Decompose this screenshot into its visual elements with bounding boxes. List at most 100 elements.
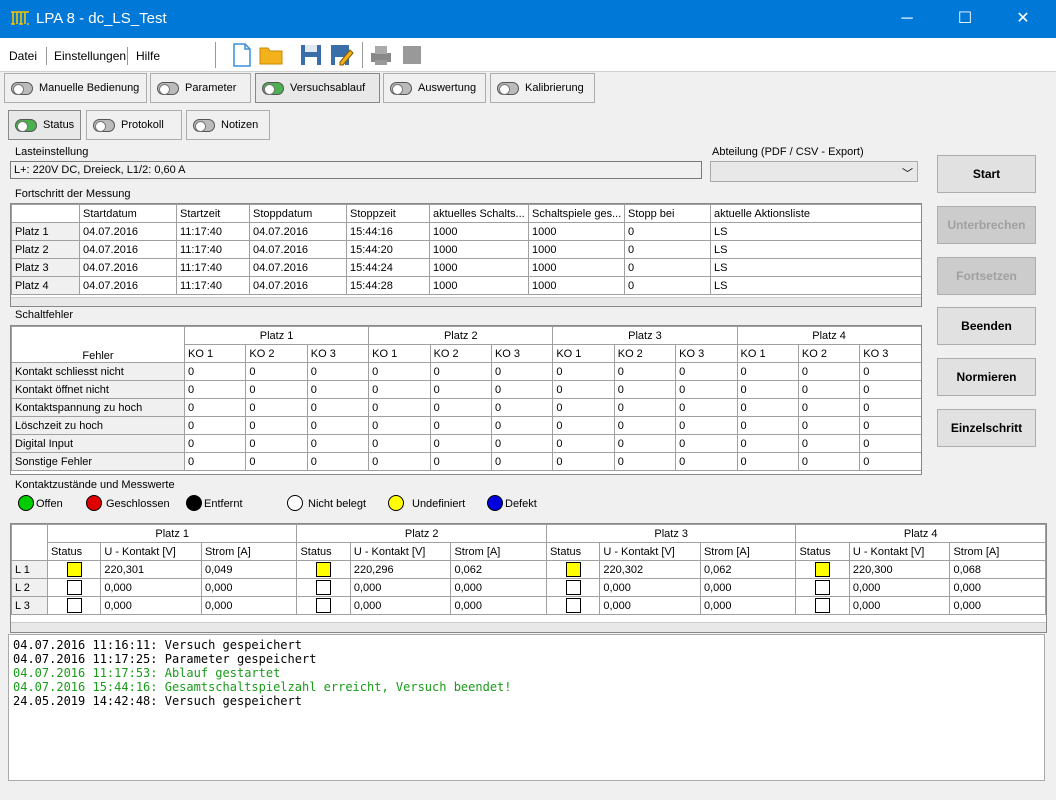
fault-count: 0 [245, 434, 308, 453]
normieren-button[interactable]: Normieren [937, 358, 1036, 396]
table-row[interactable]: Digital Input 0 0 0 0 0 0 0 0 0 0 0 0 [11, 434, 921, 453]
states-scrollbar[interactable] [11, 622, 1046, 632]
print-icon[interactable] [368, 42, 394, 68]
table-row[interactable]: Kontakt öffnet nicht 0 0 0 0 0 0 0 0 0 0 0 0 [11, 380, 921, 399]
table-cell: 0 [624, 240, 711, 259]
maximize-button[interactable]: ☐ [942, 0, 988, 38]
subtab-notizen[interactable]: Notizen [186, 110, 270, 140]
column-header[interactable]: Stoppzeit [346, 204, 430, 223]
table-row[interactable]: Platz 4 04.07.2016 11:17:40 04.07.2016 15:44… [11, 276, 921, 295]
save-as-icon[interactable] [328, 42, 354, 68]
subtab-status[interactable]: Status [8, 110, 81, 140]
abteilung-dropdown[interactable]: ﹀ [710, 161, 918, 182]
stop-icon[interactable] [399, 42, 425, 68]
toggle-icon [15, 119, 37, 132]
fault-count: 0 [675, 362, 738, 381]
new-file-icon[interactable] [229, 42, 255, 68]
tab-versuchsablauf[interactable]: Versuchsablauf [255, 73, 380, 103]
faults-place-row: Fehler Platz 1 Platz 2 Platz 3 Platz 4 [11, 326, 921, 363]
table-row[interactable]: L 1 220,301 0,049 220,296 0,062 220,302 0,062 2… [11, 560, 1046, 579]
tab-auswertung[interactable]: Auswertung [383, 73, 486, 103]
table-cell: 15:44:20 [346, 240, 430, 259]
sub-header: Status [545, 542, 601, 561]
fault-count: 0 [245, 452, 308, 471]
states-label: Kontaktzustände und Messwerte [15, 479, 178, 491]
legend-label: Offen [36, 498, 63, 510]
toggle-icon [93, 119, 115, 132]
fortsetzen-button[interactable]: Fortsetzen [937, 257, 1036, 295]
menu-einstellungen[interactable]: Einstellungen [54, 49, 126, 63]
table-cell: 04.07.2016 [79, 276, 177, 295]
open-folder-icon[interactable] [258, 42, 284, 68]
fault-count: 0 [797, 362, 861, 381]
current-cell: 0,062 [699, 560, 797, 579]
table-cell: 1000 [528, 240, 625, 259]
progress-scrollbar[interactable] [11, 297, 921, 306]
legend-offen-icon [18, 495, 34, 511]
beenden-button[interactable]: Beenden [937, 307, 1036, 345]
einzelschritt-button[interactable]: Einzelschritt [937, 409, 1036, 447]
column-header[interactable]: aktuelle Aktionsliste [710, 204, 921, 223]
fault-count: 0 [490, 434, 554, 453]
fault-count: 0 [490, 398, 554, 417]
fault-count: 0 [368, 416, 431, 435]
table-row[interactable]: L 2 0,000 0,000 0,000 0,000 0,000 0,000 0,000 0,… [11, 578, 1046, 597]
fault-count: 0 [368, 452, 431, 471]
status-cell [296, 560, 351, 579]
menu-datei[interactable]: Datei [9, 49, 37, 63]
fault-count: 0 [613, 380, 677, 399]
fault-count: 0 [429, 362, 492, 381]
ko-header: KO 2 [429, 344, 492, 363]
table-cell: 1000 [429, 240, 529, 259]
table-cell: 04.07.2016 [79, 240, 177, 259]
close-button[interactable]: ✕ [1000, 0, 1046, 38]
voltage-cell: 220,296 [349, 560, 452, 579]
column-header[interactable]: Startzeit [176, 204, 250, 223]
last-label: Lasteinstellung [15, 146, 92, 158]
start-button[interactable]: Start [937, 155, 1036, 193]
column-header[interactable]: Schaltspiele ges... [528, 204, 625, 223]
table-row[interactable]: Sonstige Fehler 0 0 0 0 0 0 0 0 0 0 0 0 [11, 452, 921, 471]
fault-count: 0 [552, 452, 615, 471]
fault-count: 0 [306, 398, 370, 417]
sub-header: U - Kontakt [V] [349, 542, 452, 561]
place-header: Platz 4 [736, 326, 921, 345]
table-row[interactable]: L 3 0,000 0,000 0,000 0,000 0,000 0,000 0,000 0,… [11, 596, 1046, 615]
table-row[interactable]: Löschzeit zu hoch 0 0 0 0 0 0 0 0 0 0 0 0 [11, 416, 921, 435]
progress-header-row: Startdatum Startzeit Stoppdatum Stoppzeit ak… [11, 204, 921, 223]
fault-name: Digital Input [11, 434, 185, 453]
toggle-icon [193, 119, 215, 132]
tab-parameter[interactable]: Parameter [150, 73, 251, 103]
ko-header: KO 3 [859, 344, 921, 363]
subtab-protokoll[interactable]: Protokoll [86, 110, 182, 140]
menu-hilfe[interactable]: Hilfe [136, 49, 160, 63]
toolbar-separator [215, 42, 216, 68]
fault-count: 0 [306, 380, 370, 399]
table-row[interactable]: Platz 3 04.07.2016 11:17:40 04.07.2016 15:44… [11, 258, 921, 277]
table-cell: 15:44:28 [346, 276, 430, 295]
tab-label: Kalibrierung [525, 82, 584, 94]
column-header[interactable]: Startdatum [79, 204, 177, 223]
abteilung-label: Abteilung (PDF / CSV - Export) [712, 146, 867, 158]
tab-kalibrierung[interactable]: Kalibrierung [490, 73, 595, 103]
menu-separator [46, 47, 47, 65]
table-row[interactable]: Platz 1 04.07.2016 11:17:40 04.07.2016 15:44… [11, 222, 921, 241]
toolbar-separator [362, 42, 363, 68]
minimize-button[interactable]: ─ [884, 0, 930, 38]
table-cell: 04.07.2016 [249, 258, 347, 277]
table-row[interactable]: Platz 2 04.07.2016 11:17:40 04.07.2016 15:44… [11, 240, 921, 259]
table-row[interactable]: Kontaktspannung zu hoch 0 0 0 0 0 0 0 0 0 0 0 0 [11, 398, 921, 417]
column-header[interactable]: Stopp bei [624, 204, 711, 223]
table-row[interactable]: Kontakt schliesst nicht 0 0 0 0 0 0 0 0 0 0 0 0 [11, 362, 921, 381]
tab-manuelle-bedienung[interactable]: Manuelle Bedienung [4, 73, 147, 103]
status-cell [296, 596, 351, 615]
column-header[interactable] [11, 204, 80, 223]
unterbrechen-button[interactable]: Unterbrechen [937, 206, 1036, 244]
column-header[interactable]: Stoppdatum [249, 204, 347, 223]
column-header[interactable]: aktuelles Schalts... [429, 204, 529, 223]
ko-header: KO 2 [245, 344, 308, 363]
progress-label: Fortschritt der Messung [15, 188, 134, 200]
table-cell: 11:17:40 [176, 258, 250, 277]
fault-count: 0 [797, 452, 861, 471]
save-icon[interactable] [298, 42, 324, 68]
